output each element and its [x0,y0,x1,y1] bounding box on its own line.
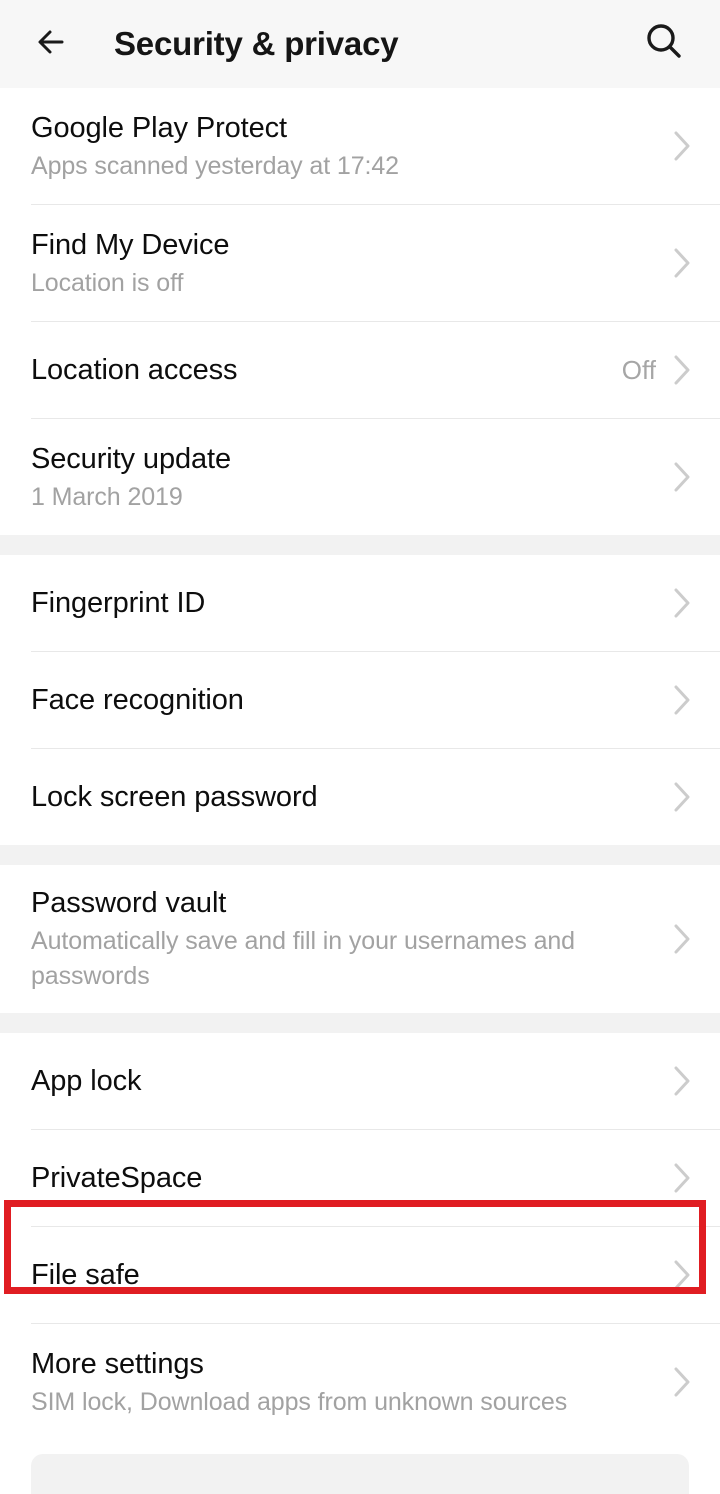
section-app-privacy: App lock PrivateSpace File safe More set… [0,1033,720,1440]
row-subtitle: SIM lock, Download apps from unknown sou… [31,1387,568,1416]
row-title: Security update [31,442,232,475]
section-separator [0,535,720,555]
row-title: Face recognition [31,684,244,716]
row-texts: Lock screen password [31,778,670,816]
row-title: App lock [31,1065,142,1097]
chevron-right-icon [670,244,694,282]
row-password-vault[interactable]: Password vault Automatically save and fi… [0,865,720,1013]
row-texts: File safe [31,1256,670,1294]
row-texts: Location access [31,351,622,389]
chevron-right-icon [670,920,694,958]
chevron-right-icon [670,351,694,389]
row-title: Location access [31,354,238,386]
row-security-update[interactable]: Security update 1 March 2019 [0,419,720,535]
row-value: Off [621,354,656,385]
row-texts: PrivateSpace [31,1159,670,1197]
row-texts: Fingerprint ID [31,584,670,622]
chevron-right-icon [670,1256,694,1294]
row-title: File safe [31,1259,140,1291]
row-title: More settings [31,1347,204,1380]
row-title: Find My Device [31,228,230,261]
section-biometrics: Fingerprint ID Face recognition Lock scr… [0,555,720,845]
chevron-right-icon [670,1363,694,1401]
row-texts: Find My Device Location is off [31,226,670,301]
row-texts: Password vault Automatically save and fi… [31,884,670,994]
row-find-my-device[interactable]: Find My Device Location is off [0,205,720,321]
arrow-left-icon [30,20,74,69]
row-more-settings[interactable]: More settings SIM lock, Download apps fr… [0,1324,720,1440]
row-texts: Google Play Protect Apps scanned yesterd… [31,109,670,184]
row-texts: Face recognition [31,681,670,719]
row-texts: More settings SIM lock, Download apps fr… [31,1345,670,1420]
chevron-right-icon [670,458,694,496]
search-icon [642,20,686,69]
row-texts: Security update 1 March 2019 [31,440,670,515]
row-title: Fingerprint ID [31,587,206,619]
row-title: Password vault [31,887,227,919]
row-subtitle: 1 March 2019 [31,482,183,511]
settings-screen: Security & privacy Google Play Protect A… [0,0,720,1494]
chevron-right-icon [670,778,694,816]
search-button[interactable] [636,16,692,72]
row-fingerprint-id[interactable]: Fingerprint ID [0,555,720,651]
back-button[interactable] [30,16,86,72]
row-google-play-protect[interactable]: Google Play Protect Apps scanned yesterd… [0,88,720,204]
chevron-right-icon [670,1159,694,1197]
chevron-right-icon [670,127,694,165]
row-app-lock[interactable]: App lock [0,1033,720,1129]
row-title: PrivateSpace [31,1162,203,1194]
section-separator [0,845,720,865]
section-password-vault: Password vault Automatically save and fi… [0,865,720,1013]
row-location-access[interactable]: Location access Off [0,322,720,418]
bottom-partial-card[interactable] [31,1454,689,1494]
row-texts: App lock [31,1062,670,1100]
row-title: Google Play Protect [31,111,288,144]
chevron-right-icon [670,681,694,719]
row-subtitle: Location is off [31,268,184,297]
section-separator [0,1013,720,1033]
row-private-space[interactable]: PrivateSpace [0,1130,720,1226]
app-bar: Security & privacy [0,0,720,88]
row-subtitle: Apps scanned yesterday at 17:42 [31,151,399,180]
row-lock-screen-password[interactable]: Lock screen password [0,749,720,845]
row-file-safe[interactable]: File safe [0,1227,720,1323]
section-privacy: Google Play Protect Apps scanned yesterd… [0,88,720,535]
row-subtitle: Automatically save and fill in your user… [31,927,575,990]
chevron-right-icon [670,1062,694,1100]
row-title: Lock screen password [31,781,318,813]
page-title: Security & privacy [114,25,399,62]
chevron-right-icon [670,584,694,622]
row-face-recognition[interactable]: Face recognition [0,652,720,748]
